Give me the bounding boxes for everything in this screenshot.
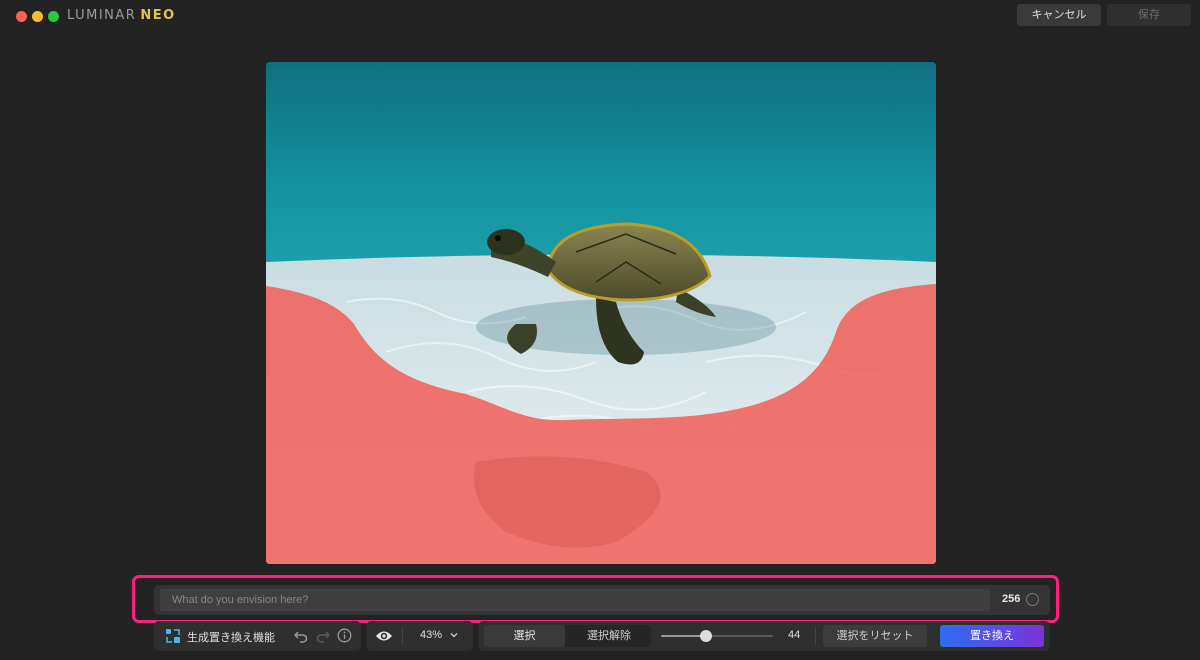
app-logo-primary: LUMINAR	[67, 8, 137, 23]
app-logo: LUMINAR NEO	[67, 7, 176, 25]
prompt-bar: 256	[154, 585, 1050, 615]
divider	[815, 627, 816, 645]
app-logo-secondary: NEO	[140, 8, 176, 23]
divider	[402, 627, 403, 645]
selection-panel: 選択 選択解除 44 選択をリセット 置き換え	[478, 621, 1050, 651]
save-button[interactable]: 保存	[1107, 4, 1191, 26]
cancel-button[interactable]: キャンセル	[1017, 4, 1101, 26]
minimize-window-button[interactable]	[32, 11, 43, 22]
selection-mode-toggle: 選択 選択解除	[484, 625, 651, 647]
deselect-button[interactable]: 選択解除	[567, 625, 651, 647]
view-panel: 43%	[366, 621, 473, 651]
image-canvas[interactable]	[266, 62, 936, 564]
chevron-down-icon[interactable]	[450, 631, 458, 639]
replace-button[interactable]: 置き換え	[940, 625, 1044, 647]
maximize-window-button[interactable]	[48, 11, 59, 22]
generative-replace-icon	[166, 629, 180, 643]
progress-ring-icon	[1026, 593, 1039, 606]
character-count: 256	[1002, 593, 1021, 605]
brush-size-slider[interactable]	[661, 630, 773, 642]
zoom-dropdown[interactable]: 43%	[420, 629, 442, 641]
tool-panel: 生成置き換え機能	[154, 621, 361, 651]
title-bar: LUMINAR NEO キャンセル 保存	[0, 0, 1200, 32]
prompt-input[interactable]	[160, 589, 990, 611]
close-window-button[interactable]	[16, 11, 27, 22]
reset-selection-button[interactable]: 選択をリセット	[823, 625, 927, 647]
eye-icon[interactable]	[375, 629, 393, 643]
info-icon[interactable]	[337, 628, 352, 643]
turtle-photo	[266, 62, 936, 564]
slider-thumb[interactable]	[700, 630, 712, 642]
redo-icon[interactable]	[316, 629, 330, 643]
brush-size-value: 44	[788, 629, 801, 641]
select-button[interactable]: 選択	[484, 625, 565, 647]
tool-name: 生成置き換え機能	[187, 632, 275, 644]
undo-icon[interactable]	[294, 629, 308, 643]
